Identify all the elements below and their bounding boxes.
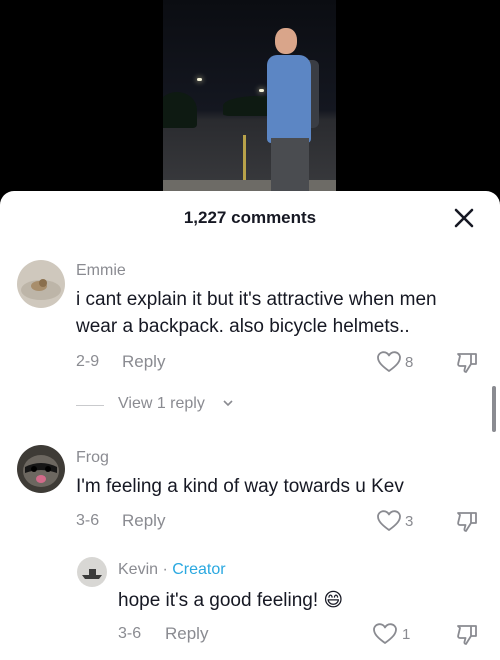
comment-username[interactable]: Frog	[76, 449, 109, 467]
dislike-button[interactable]	[455, 623, 479, 647]
reply-date: 3-6	[118, 625, 142, 642]
comment-username[interactable]: Emmie	[76, 262, 126, 280]
separator: ·	[158, 561, 173, 578]
comments-panel: 1,227 comments Emmie i cant explain it b…	[0, 191, 500, 660]
like-button[interactable]	[376, 350, 402, 374]
thumbs-down-icon	[457, 625, 477, 645]
close-icon	[454, 208, 474, 228]
video-frame	[163, 0, 336, 200]
like-button[interactable]	[372, 622, 398, 646]
comment-text: i cant explain it but it's attractive wh…	[76, 289, 437, 337]
thumbs-down-icon	[457, 353, 477, 373]
comment-date: 3-6	[76, 512, 100, 529]
reply-user-name: Kevin	[118, 561, 159, 578]
thumbs-down-icon	[457, 512, 477, 532]
chevron-down-icon	[223, 400, 233, 407]
avatar[interactable]	[17, 260, 65, 308]
dislike-button[interactable]	[455, 510, 479, 534]
heart-outline-icon	[377, 351, 401, 372]
reply-button[interactable]: Reply	[165, 624, 208, 644]
grinning-emoji: 😄	[323, 590, 344, 611]
video-player[interactable]	[0, 0, 500, 200]
heart-outline-icon	[373, 623, 397, 644]
comment-date: 2-9	[76, 353, 100, 370]
scrollbar[interactable]	[492, 386, 496, 432]
avatar[interactable]	[17, 445, 65, 493]
close-button[interactable]	[452, 206, 476, 230]
comment-text: I'm feeling a kind of way towards u Kev	[76, 476, 404, 497]
comments-header: 1,227 comments	[0, 191, 500, 245]
like-count: 8	[405, 354, 414, 371]
divider-line	[76, 405, 104, 406]
heart-outline-icon	[377, 510, 401, 531]
avatar[interactable]	[77, 557, 107, 587]
creator-badge: Creator	[172, 561, 226, 578]
reply-text: hope it's a good feeling! 😄	[118, 587, 478, 614]
reply-username[interactable]: Kevin · Creator	[118, 561, 226, 579]
like-count: 3	[405, 513, 414, 530]
comment-count: 1,227 comments	[183, 208, 317, 227]
like-button[interactable]	[376, 509, 402, 533]
view-replies-label: View 1 reply	[118, 395, 205, 412]
like-count: 1	[402, 626, 411, 643]
reply-button[interactable]: Reply	[122, 511, 165, 531]
reply-button[interactable]: Reply	[122, 352, 165, 372]
dislike-button[interactable]	[455, 351, 479, 375]
reply-text-body: hope it's a good feeling!	[118, 590, 319, 611]
